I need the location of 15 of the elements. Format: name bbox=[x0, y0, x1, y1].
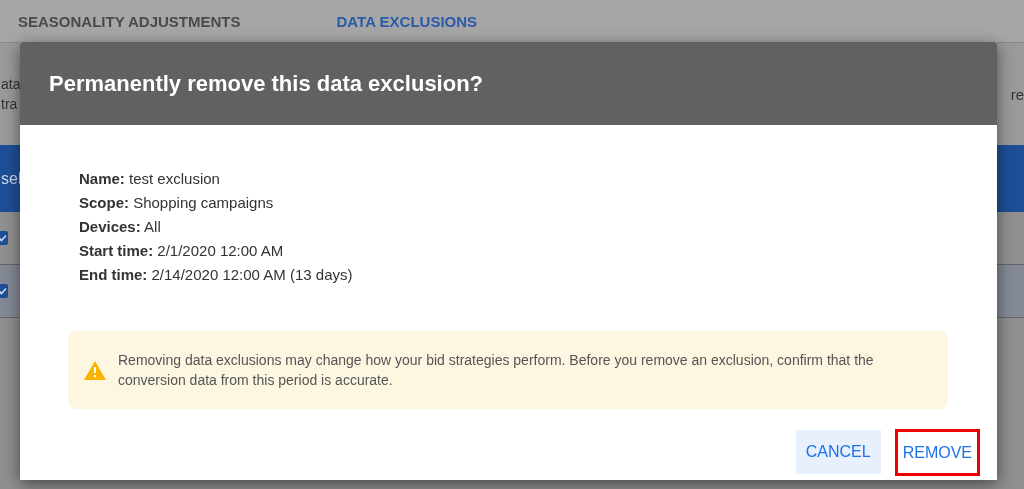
warning-icon bbox=[84, 360, 106, 380]
detail-line: End time: 2/14/2020 12:00 AM (13 days) bbox=[79, 265, 354, 285]
detail-line: Scope: Shopping campaigns bbox=[79, 193, 275, 213]
tab[interactable]: SEASONALITY ADJUSTMENTS bbox=[18, 12, 241, 30]
description-text: tra bbox=[1, 95, 19, 114]
warning-text: Removing data exclusions may change how your bid strategies perform. Before you remove an exclusion, confirm that the conversion data from this period is accurate. bbox=[118, 351, 875, 390]
description-text: ata bbox=[1, 75, 21, 94]
cancel-button[interactable]: CANCEL bbox=[795, 430, 881, 474]
remove-button[interactable]: REMOVE bbox=[894, 429, 980, 476]
detail-line: Start time: 2/1/2020 12:00 AM bbox=[79, 241, 285, 261]
dialog-title: Permanently remove this data exclusion? bbox=[49, 70, 484, 97]
description-text: re bbox=[1010, 85, 1024, 103]
detail-line: Name: test exclusion bbox=[79, 169, 221, 189]
tab[interactable]: DATA EXCLUSIONS bbox=[336, 12, 478, 30]
detail-line: Devices: All bbox=[79, 217, 162, 237]
